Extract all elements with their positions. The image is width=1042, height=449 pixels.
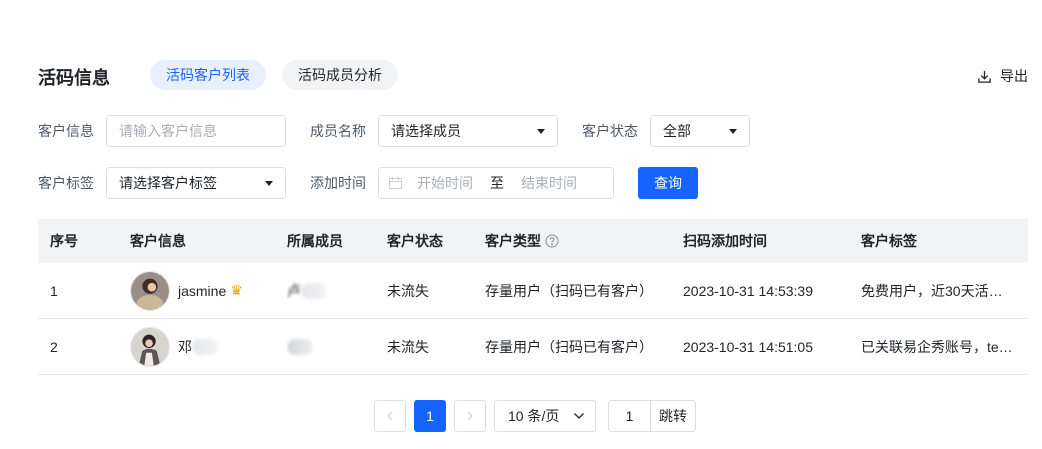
row-tags: 免费用户，近30天活…	[861, 263, 1028, 318]
crown-icon: ♛	[230, 282, 243, 298]
caret-down-icon	[265, 181, 273, 186]
caret-down-icon	[729, 129, 737, 134]
col-status: 客户状态	[387, 233, 443, 249]
row-customer[interactable]: 邓	[130, 319, 287, 374]
row-status: 未流失	[387, 282, 429, 299]
tag-select[interactable]: 请选择客户标签	[106, 167, 286, 199]
table-header: 序号 客户信息 所属成员 客户状态 客户类型 扫码添加时间 客户标签	[38, 219, 1028, 263]
redacted-mask	[192, 338, 218, 355]
chevron-left-icon	[387, 412, 392, 420]
row-type: 存量用户（扫码已有客户）	[485, 338, 653, 355]
member-label: 成员名称	[310, 123, 366, 139]
member-select-value: 请选择成员	[391, 123, 461, 139]
row-customer[interactable]: jasmine ♛	[130, 263, 287, 318]
page-header: 活码信息 活码客户列表 活码成员分析 导出	[38, 60, 1028, 90]
redacted-mask	[301, 282, 327, 299]
page-button-current[interactable]: 1	[414, 400, 446, 432]
table-row: 2 邓 未流失 存量用户（扫码已有客户） 2023-10-31 14:51:05…	[38, 319, 1028, 375]
calendar-icon	[389, 177, 402, 189]
page-size-value: 10 条/页	[508, 408, 560, 424]
tag-label: 客户标签	[38, 175, 94, 191]
row-member	[287, 319, 387, 374]
member-select[interactable]: 请选择成员	[378, 115, 558, 147]
status-select-value: 全部	[663, 123, 691, 139]
tags-text: 免费用户，近30天活…	[861, 282, 1003, 299]
row-member: 卢	[287, 263, 387, 318]
date-range-picker[interactable]: 开始时间 至 结束时间	[378, 167, 614, 199]
col-customer: 客户信息	[130, 233, 186, 249]
row-status: 未流失	[387, 338, 429, 355]
download-icon	[978, 70, 991, 83]
col-type-label: 客户类型	[485, 233, 541, 249]
row-index: 1	[50, 282, 58, 299]
question-circle-icon[interactable]	[545, 234, 559, 248]
jump-page-input[interactable]: 1	[608, 400, 650, 432]
row-index: 2	[50, 338, 58, 355]
customer-info-label: 客户信息	[38, 123, 94, 139]
page-title: 活码信息	[38, 68, 110, 88]
start-date-input[interactable]: 开始时间	[417, 168, 473, 198]
tab-member-analysis[interactable]: 活码成员分析	[282, 60, 398, 90]
tab-customer-list[interactable]: 活码客户列表	[150, 60, 266, 90]
redacted-mask	[287, 338, 313, 355]
chevron-down-icon	[574, 413, 584, 419]
row-tags: 已关联易企秀账号，te…	[861, 319, 1028, 374]
export-label: 导出	[1000, 68, 1028, 84]
customer-name: 邓	[178, 338, 192, 355]
col-scan-time: 扫码添加时间	[683, 233, 767, 249]
page-size-select[interactable]: 10 条/页	[494, 400, 596, 432]
tag-select-value: 请选择客户标签	[119, 175, 217, 191]
customer-name: jasmine	[178, 282, 227, 299]
avatar	[130, 270, 170, 311]
row-time: 2023-10-31 14:53:39	[683, 282, 813, 299]
customer-table: 序号 客户信息 所属成员 客户状态 客户类型 扫码添加时间 客户标签 1 jas…	[38, 219, 1028, 375]
export-button[interactable]: 导出	[977, 66, 1028, 86]
col-tags: 客户标签	[861, 233, 917, 249]
jump-button[interactable]: 跳转	[650, 400, 696, 432]
avatar	[130, 326, 170, 367]
end-date-input[interactable]: 结束时间	[521, 168, 577, 198]
customer-info-input[interactable]: 请输入客户信息	[106, 115, 286, 147]
next-page-button[interactable]	[454, 400, 486, 432]
member-name: 卢	[287, 282, 301, 299]
row-time: 2023-10-31 14:51:05	[683, 338, 813, 355]
status-select[interactable]: 全部	[650, 115, 750, 147]
caret-down-icon	[537, 129, 545, 134]
date-separator: 至	[490, 175, 504, 191]
col-index: 序号	[50, 233, 78, 249]
prev-page-button[interactable]	[374, 400, 406, 432]
col-type: 客户类型	[485, 219, 683, 263]
col-member: 所属成员	[287, 233, 343, 249]
time-label: 添加时间	[310, 175, 366, 191]
status-label: 客户状态	[582, 123, 638, 139]
query-button[interactable]: 查询	[638, 167, 698, 199]
row-type: 存量用户（扫码已有客户）	[485, 282, 653, 299]
chevron-right-icon	[468, 412, 473, 420]
tags-text: 已关联易企秀账号，te…	[861, 338, 1013, 355]
table-row: 1 jasmine ♛ 卢 未流失 存量用户（扫码已有客户） 2023-10-3…	[38, 263, 1028, 319]
